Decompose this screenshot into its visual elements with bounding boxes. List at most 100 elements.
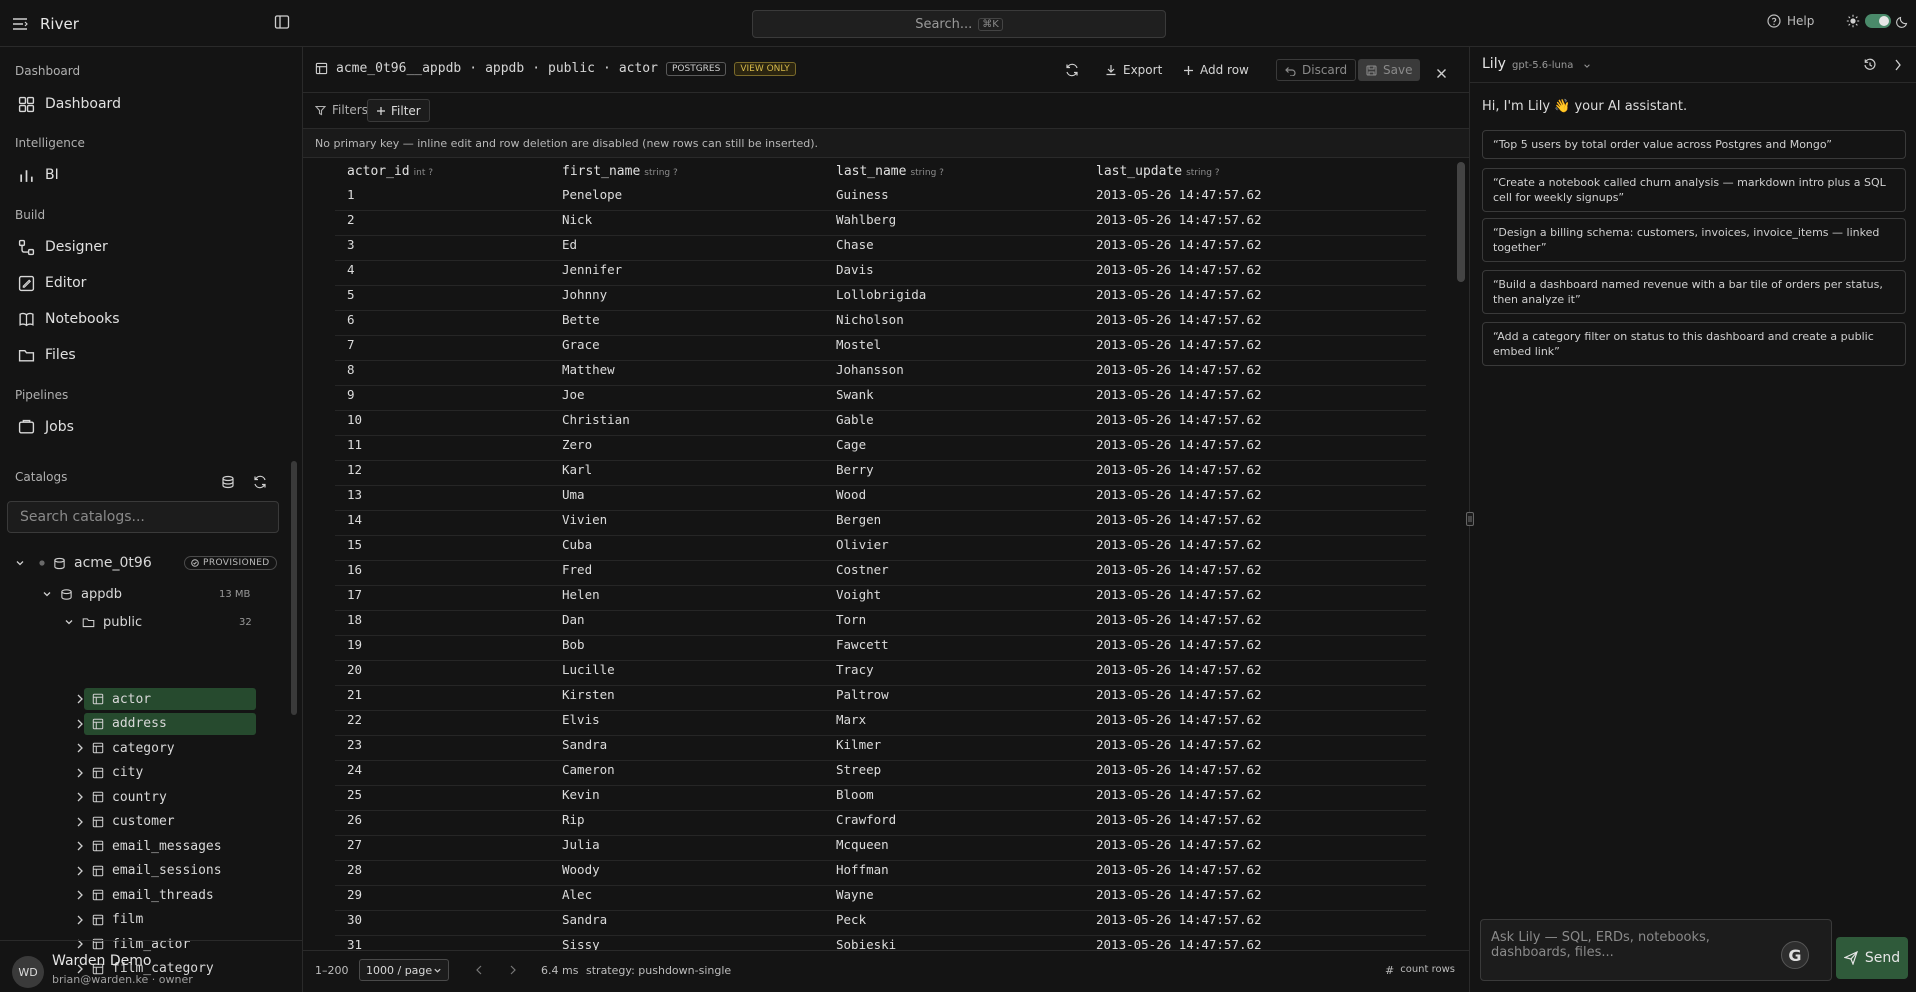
cell-last-update[interactable]: 2013-05-26 14:47:57.62 xyxy=(1096,937,1262,950)
cell-first-name[interactable]: Cuba xyxy=(562,537,592,552)
cell-actor-id[interactable]: 28 xyxy=(347,862,362,877)
table-item-email-threads[interactable]: email_threads xyxy=(77,884,256,906)
nav-files[interactable]: Files xyxy=(18,343,76,367)
cell-first-name[interactable]: Woody xyxy=(562,862,600,877)
catalog-search-input[interactable] xyxy=(7,501,279,533)
cell-last-name[interactable]: Guiness xyxy=(836,187,889,202)
cell-last-name[interactable]: Olivier xyxy=(836,537,889,552)
table-row[interactable]: 2 Nick Wahlberg 2013-05-26 14:47:57.62 xyxy=(335,211,1426,236)
help-button[interactable]: Help xyxy=(1767,14,1814,28)
cell-actor-id[interactable]: 15 xyxy=(347,537,362,552)
cell-first-name[interactable]: Zero xyxy=(562,437,592,452)
cell-actor-id[interactable]: 13 xyxy=(347,487,362,502)
cell-first-name[interactable]: Kevin xyxy=(562,787,600,802)
cell-last-update[interactable]: 2013-05-26 14:47:57.62 xyxy=(1096,887,1262,902)
cell-actor-id[interactable]: 12 xyxy=(347,462,362,477)
cell-last-update[interactable]: 2013-05-26 14:47:57.62 xyxy=(1096,237,1262,252)
cell-last-update[interactable]: 2013-05-26 14:47:57.62 xyxy=(1096,687,1262,702)
cell-actor-id[interactable]: 20 xyxy=(347,662,362,677)
chevron-right-icon[interactable] xyxy=(76,866,84,876)
cell-first-name[interactable]: Christian xyxy=(562,412,630,427)
cell-last-name[interactable]: Kilmer xyxy=(836,737,881,752)
table-row[interactable]: 9 Joe Swank 2013-05-26 14:47:57.62 xyxy=(335,386,1426,411)
cell-actor-id[interactable]: 19 xyxy=(347,637,362,652)
cell-first-name[interactable]: Elvis xyxy=(562,712,600,727)
cell-actor-id[interactable]: 30 xyxy=(347,912,362,927)
cell-actor-id[interactable]: 7 xyxy=(347,337,355,352)
table-item-address[interactable]: address xyxy=(77,712,256,735)
model-selector[interactable]: gpt-5.6-luna xyxy=(1512,60,1591,71)
cell-actor-id[interactable]: 21 xyxy=(347,687,362,702)
cell-last-update[interactable]: 2013-05-26 14:47:57.62 xyxy=(1096,437,1262,452)
suggestion-chip[interactable]: “Create a notebook called churn analysis… xyxy=(1482,168,1906,212)
collapse-panel-icon[interactable] xyxy=(1894,59,1902,71)
cell-last-update[interactable]: 2013-05-26 14:47:57.62 xyxy=(1096,662,1262,677)
cell-last-name[interactable]: Chase xyxy=(836,237,874,252)
cell-last-name[interactable]: Paltrow xyxy=(836,687,889,702)
cell-last-update[interactable]: 2013-05-26 14:47:57.62 xyxy=(1096,487,1262,502)
table-item-category[interactable]: category xyxy=(77,737,256,759)
cell-first-name[interactable]: Bob xyxy=(562,637,585,652)
chevron-down-icon[interactable] xyxy=(64,617,74,627)
cell-last-update[interactable]: 2013-05-26 14:47:57.62 xyxy=(1096,312,1262,327)
theme-switch[interactable] xyxy=(1846,14,1909,28)
nav-jobs[interactable]: Jobs xyxy=(18,415,74,439)
cell-actor-id[interactable]: 23 xyxy=(347,737,362,752)
cell-last-name[interactable]: Sobieski xyxy=(836,937,896,950)
cell-last-update[interactable]: 2013-05-26 14:47:57.62 xyxy=(1096,912,1262,927)
cell-last-name[interactable]: Hoffman xyxy=(836,862,889,877)
send-button[interactable]: Send xyxy=(1836,937,1908,979)
table-item-city[interactable]: city xyxy=(77,762,256,784)
table-row[interactable]: 7 Grace Mostel 2013-05-26 14:47:57.62 xyxy=(335,336,1426,361)
cell-actor-id[interactable]: 22 xyxy=(347,712,362,727)
chevron-right-icon[interactable] xyxy=(76,890,84,900)
count-rows-button[interactable]: # count rows xyxy=(1385,964,1455,977)
chevron-right-icon[interactable] xyxy=(76,792,84,802)
chevron-right-icon[interactable] xyxy=(76,719,84,729)
tree-schema[interactable]: public 32 xyxy=(64,611,252,633)
cell-first-name[interactable]: Rip xyxy=(562,812,585,827)
cell-first-name[interactable]: Helen xyxy=(562,587,600,602)
cell-first-name[interactable]: Vivien xyxy=(562,512,607,527)
table-row[interactable]: 21 Kirsten Paltrow 2013-05-26 14:47:57.62 xyxy=(335,686,1426,711)
cell-last-name[interactable]: Mostel xyxy=(836,337,881,352)
add-connection-icon[interactable] xyxy=(221,475,235,489)
table-row[interactable]: 1 Penelope Guiness 2013-05-26 14:47:57.62 xyxy=(335,186,1426,211)
chevron-down-icon[interactable] xyxy=(42,589,52,599)
cell-first-name[interactable]: Fred xyxy=(562,562,592,577)
cell-last-update[interactable]: 2013-05-26 14:47:57.62 xyxy=(1096,737,1262,752)
cell-last-update[interactable]: 2013-05-26 14:47:57.62 xyxy=(1096,712,1262,727)
cell-actor-id[interactable]: 24 xyxy=(347,762,362,777)
table-row[interactable]: 19 Bob Fawcett 2013-05-26 14:47:57.62 xyxy=(335,636,1426,661)
nav-designer[interactable]: Designer xyxy=(18,235,108,259)
sidebar-scrollbar[interactable] xyxy=(291,461,297,715)
table-row[interactable]: 12 Karl Berry 2013-05-26 14:47:57.62 xyxy=(335,461,1426,486)
table-row[interactable]: 25 Kevin Bloom 2013-05-26 14:47:57.62 xyxy=(335,786,1426,811)
table-row[interactable]: 30 Sandra Peck 2013-05-26 14:47:57.62 xyxy=(335,911,1426,936)
column-header-last-update[interactable]: last_update string ? xyxy=(1096,164,1220,179)
cell-last-name[interactable]: Peck xyxy=(836,912,866,927)
cell-actor-id[interactable]: 31 xyxy=(347,937,362,950)
table-row[interactable]: 22 Elvis Marx 2013-05-26 14:47:57.62 xyxy=(335,711,1426,736)
table-item-actor[interactable]: actor xyxy=(77,688,256,710)
cell-last-update[interactable]: 2013-05-26 14:47:57.62 xyxy=(1096,337,1262,352)
table-row[interactable]: 23 Sandra Kilmer 2013-05-26 14:47:57.62 xyxy=(335,736,1426,761)
cell-actor-id[interactable]: 3 xyxy=(347,237,355,252)
add-row-button[interactable]: Add row xyxy=(1183,59,1249,81)
cell-actor-id[interactable]: 1 xyxy=(347,187,355,202)
prev-page-icon[interactable] xyxy=(475,965,483,975)
cell-actor-id[interactable]: 27 xyxy=(347,837,362,852)
suggestion-chip[interactable]: “Add a category filter on status to this… xyxy=(1482,322,1906,366)
cell-last-update[interactable]: 2013-05-26 14:47:57.62 xyxy=(1096,287,1262,302)
cell-last-update[interactable]: 2013-05-26 14:47:57.62 xyxy=(1096,187,1262,202)
nav-editor[interactable]: Editor xyxy=(18,271,86,295)
cell-last-name[interactable]: Davis xyxy=(836,262,874,277)
cell-first-name[interactable]: Sandra xyxy=(562,912,607,927)
cell-actor-id[interactable]: 26 xyxy=(347,812,362,827)
table-row[interactable]: 6 Bette Nicholson 2013-05-26 14:47:57.62 xyxy=(335,311,1426,336)
table-row[interactable]: 29 Alec Wayne 2013-05-26 14:47:57.62 xyxy=(335,886,1426,911)
table-row[interactable]: 17 Helen Voight 2013-05-26 14:47:57.62 xyxy=(335,586,1426,611)
table-row[interactable]: 24 Cameron Streep 2013-05-26 14:47:57.62 xyxy=(335,761,1426,786)
table-row[interactable]: 26 Rip Crawford 2013-05-26 14:47:57.62 xyxy=(335,811,1426,836)
chevron-right-icon[interactable] xyxy=(76,768,84,778)
